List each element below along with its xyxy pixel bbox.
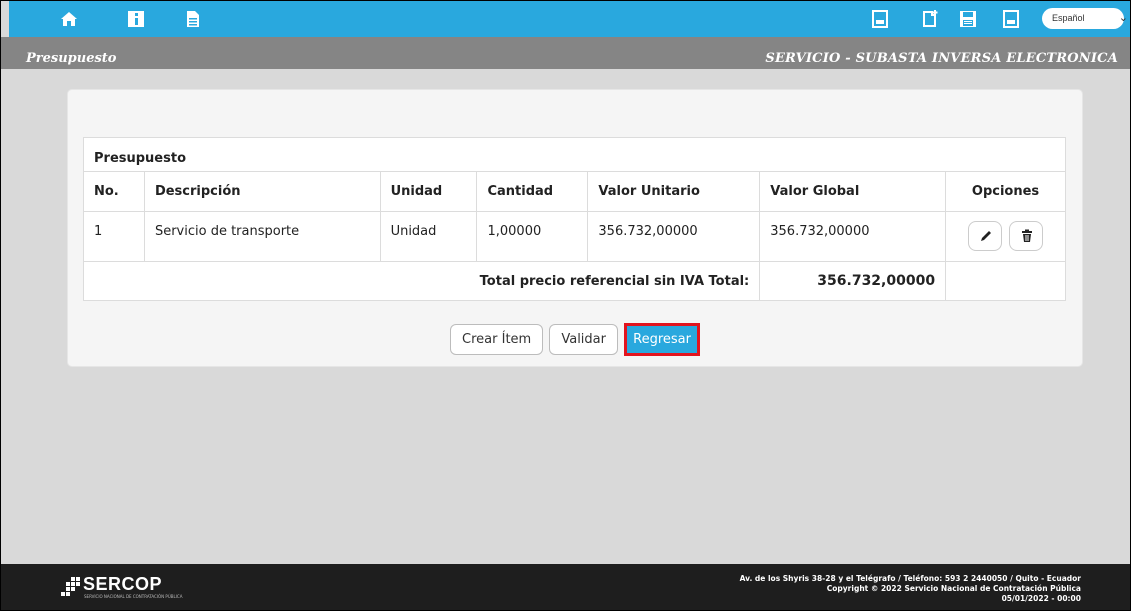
sercop-logo-mark [61,577,80,596]
column-header-cantidad: Cantidad [476,171,589,212]
top-toolbar: Español ⌄ [9,1,1130,37]
home-icon[interactable] [60,10,78,28]
pdf-export-icon[interactable] [1002,10,1020,28]
footer: SERCOP SERVICIO NACIONAL DE CONTRATACIÓN… [1,564,1130,610]
table-row: 1 Servicio de transporte Unidad 1,00000 … [83,211,1066,262]
language-select-value: Español [1052,13,1085,23]
footer-date: 05/01/2022 - 00:00 [1001,594,1081,603]
column-header-valor-unitario: Valor Unitario [587,171,761,212]
edit-button[interactable] [968,221,1003,251]
pdf-icon[interactable] [871,10,889,28]
footer-copyright: Copyright © 2022 Servicio Nacional de Co… [826,584,1081,593]
cell-descripcion: Servicio de transporte [143,211,381,262]
cell-valor-global: 356.732,00000 [759,211,947,262]
cell-valor-unitario: 356.732,00000 [587,211,761,262]
table-caption: Presupuesto [83,137,1066,172]
chevron-down-icon: ⌄ [1118,12,1128,24]
total-label: Total precio referencial sin IVA Total: [82,261,761,301]
total-empty-cell [945,261,1066,301]
cell-unidad: Unidad [379,211,478,262]
total-value: 356.732,00000 [759,261,947,301]
footer-info: Av. de los Shyris 38-28 y el Telégrafo /… [740,574,1081,604]
back-button[interactable]: Regresar [624,323,700,356]
column-header-opciones: Opciones [945,171,1066,212]
process-type-title: SERVICIO - SUBASTA INVERSA ELECTRONICA [765,51,1118,66]
budget-panel: Presupuesto No. Descripción Unidad Canti… [67,89,1083,367]
logo-wordmark: SERCOP [83,574,163,594]
column-header-unidad: Unidad [379,171,478,212]
column-header-valor-global: Valor Global [759,171,947,212]
column-header-no: No. [83,171,145,212]
logo-tagline: SERVICIO NACIONAL DE CONTRATACIÓN PÚBLIC… [84,594,183,599]
cell-opciones [945,211,1066,262]
title-bar: Presupuesto SERVICIO - SUBASTA INVERSA E… [1,37,1130,69]
language-select[interactable]: Español ⌄ [1042,8,1128,29]
budget-table: Presupuesto No. Descripción Unidad Canti… [82,137,1066,301]
action-buttons: Crear Ítem Validar Regresar [68,323,1082,356]
pencil-icon [981,231,992,241]
app-window: Español ⌄ Presupuesto SERVICIO - SUBASTA… [0,0,1131,611]
cell-no: 1 [83,211,145,262]
footer-address: Av. de los Shyris 38-28 y el Telégrafo /… [739,574,1081,583]
validate-button[interactable]: Validar [549,324,618,355]
column-header-descripcion: Descripción [143,171,381,212]
sercop-logo: SERCOP SERVICIO NACIONAL DE CONTRATACIÓN… [59,572,182,604]
document-icon[interactable] [184,10,202,28]
table-header-row: No. Descripción Unidad Cantidad Valor Un… [83,171,1066,212]
save-icon[interactable] [959,10,977,28]
cell-cantidad: 1,00000 [476,211,589,262]
page-title: Presupuesto [26,51,117,66]
total-row: Total precio referencial sin IVA Total: … [82,261,1066,301]
delete-button[interactable] [1008,221,1043,251]
create-item-button[interactable]: Crear Ítem [450,324,544,355]
info-icon[interactable] [127,10,145,28]
trash-icon [1021,229,1032,242]
new-document-icon[interactable] [921,10,939,28]
